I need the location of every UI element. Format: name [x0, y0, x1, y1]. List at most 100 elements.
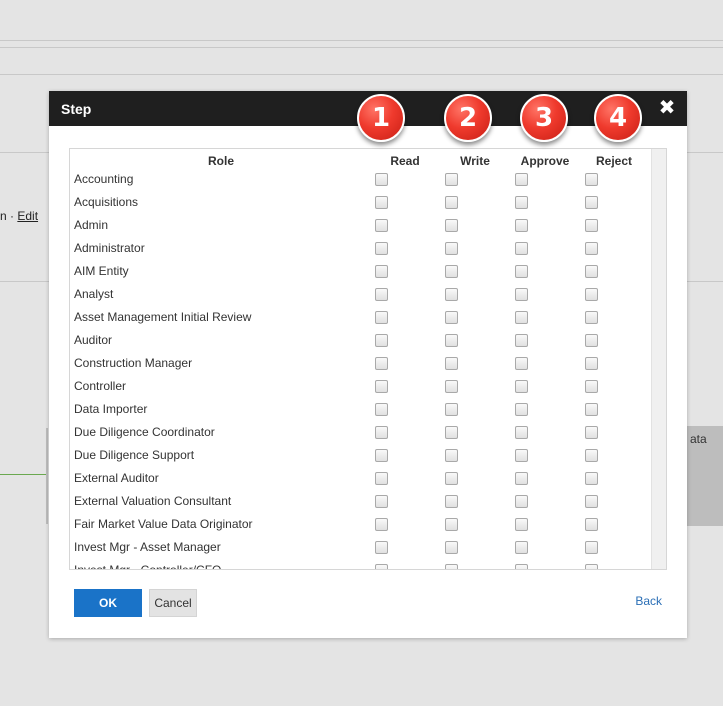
write-checkbox[interactable] — [445, 311, 458, 324]
step-dialog: Step ✖ Role Read Write Approve Reject Ac… — [49, 91, 687, 638]
approve-checkbox[interactable] — [515, 219, 528, 232]
approve-checkbox[interactable] — [515, 311, 528, 324]
back-link[interactable]: Back — [635, 594, 662, 608]
role-name: External Valuation Consultant — [74, 494, 232, 508]
reject-checkbox[interactable] — [585, 288, 598, 301]
read-checkbox[interactable] — [375, 196, 388, 209]
read-checkbox[interactable] — [375, 541, 388, 554]
reject-checkbox[interactable] — [585, 426, 598, 439]
reject-checkbox[interactable] — [585, 564, 598, 569]
reject-checkbox[interactable] — [585, 311, 598, 324]
read-checkbox[interactable] — [375, 426, 388, 439]
reject-checkbox[interactable] — [585, 219, 598, 232]
write-checkbox[interactable] — [445, 219, 458, 232]
write-checkbox[interactable] — [445, 541, 458, 554]
reject-checkbox[interactable] — [585, 334, 598, 347]
approve-checkbox[interactable] — [515, 518, 528, 531]
write-checkbox[interactable] — [445, 449, 458, 462]
table-row: Due Diligence Support — [70, 445, 650, 468]
role-name: Accounting — [74, 172, 134, 186]
write-checkbox[interactable] — [445, 518, 458, 531]
read-checkbox[interactable] — [375, 357, 388, 370]
reject-checkbox[interactable] — [585, 265, 598, 278]
read-checkbox[interactable] — [375, 495, 388, 508]
write-checkbox[interactable] — [445, 173, 458, 186]
write-checkbox[interactable] — [445, 495, 458, 508]
read-checkbox[interactable] — [375, 219, 388, 232]
close-icon[interactable]: ✖ — [657, 97, 677, 119]
read-checkbox[interactable] — [375, 334, 388, 347]
approve-checkbox[interactable] — [515, 564, 528, 569]
approve-checkbox[interactable] — [515, 196, 528, 209]
table-scrollbar[interactable] — [651, 149, 666, 569]
column-header-write: Write — [460, 154, 490, 168]
reject-checkbox[interactable] — [585, 449, 598, 462]
reject-checkbox[interactable] — [585, 357, 598, 370]
approve-checkbox[interactable] — [515, 380, 528, 393]
reject-checkbox[interactable] — [585, 242, 598, 255]
column-header-approve: Approve — [520, 154, 570, 168]
ok-button[interactable]: OK — [74, 589, 142, 617]
approve-checkbox[interactable] — [515, 288, 528, 301]
role-name: AIM Entity — [74, 264, 129, 278]
read-checkbox[interactable] — [375, 472, 388, 485]
reject-checkbox[interactable] — [585, 196, 598, 209]
roles-table: Role Read Write Approve Reject Accountin… — [69, 148, 667, 570]
role-name: Fair Market Value Data Originator — [74, 517, 253, 531]
role-name: Acquisitions — [74, 195, 139, 209]
approve-checkbox[interactable] — [515, 173, 528, 186]
write-checkbox[interactable] — [445, 380, 458, 393]
write-checkbox[interactable] — [445, 564, 458, 569]
approve-checkbox[interactable] — [515, 449, 528, 462]
write-checkbox[interactable] — [445, 426, 458, 439]
read-checkbox[interactable] — [375, 403, 388, 416]
write-checkbox[interactable] — [445, 357, 458, 370]
reject-checkbox[interactable] — [585, 380, 598, 393]
approve-checkbox[interactable] — [515, 495, 528, 508]
write-checkbox[interactable] — [445, 334, 458, 347]
role-name: Invest Mgr - Asset Manager — [74, 540, 221, 554]
callout-badge-2: 2 — [444, 94, 492, 142]
callout-badge-4: 4 — [594, 94, 642, 142]
approve-checkbox[interactable] — [515, 242, 528, 255]
table-row: Administrator — [70, 238, 650, 261]
table-row: AIM Entity — [70, 261, 650, 284]
write-checkbox[interactable] — [445, 472, 458, 485]
approve-checkbox[interactable] — [515, 426, 528, 439]
approve-checkbox[interactable] — [515, 472, 528, 485]
reject-checkbox[interactable] — [585, 403, 598, 416]
reject-checkbox[interactable] — [585, 495, 598, 508]
reject-checkbox[interactable] — [585, 518, 598, 531]
table-row: Data Importer — [70, 399, 650, 422]
read-checkbox[interactable] — [375, 449, 388, 462]
approve-checkbox[interactable] — [515, 403, 528, 416]
read-checkbox[interactable] — [375, 380, 388, 393]
read-checkbox[interactable] — [375, 311, 388, 324]
cancel-button[interactable]: Cancel — [149, 589, 197, 617]
read-checkbox[interactable] — [375, 173, 388, 186]
read-checkbox[interactable] — [375, 518, 388, 531]
write-checkbox[interactable] — [445, 265, 458, 278]
write-checkbox[interactable] — [445, 242, 458, 255]
table-row: Construction Manager — [70, 353, 650, 376]
reject-checkbox[interactable] — [585, 472, 598, 485]
background-edit-link[interactable]: Edit — [17, 209, 38, 223]
read-checkbox[interactable] — [375, 242, 388, 255]
approve-checkbox[interactable] — [515, 357, 528, 370]
approve-checkbox[interactable] — [515, 265, 528, 278]
approve-checkbox[interactable] — [515, 541, 528, 554]
write-checkbox[interactable] — [445, 196, 458, 209]
read-checkbox[interactable] — [375, 288, 388, 301]
approve-checkbox[interactable] — [515, 334, 528, 347]
read-checkbox[interactable] — [375, 564, 388, 569]
write-checkbox[interactable] — [445, 288, 458, 301]
read-checkbox[interactable] — [375, 265, 388, 278]
write-checkbox[interactable] — [445, 403, 458, 416]
reject-checkbox[interactable] — [585, 541, 598, 554]
background-edit-prefix: n · — [0, 209, 15, 223]
column-header-read: Read — [390, 154, 420, 168]
table-row: External Valuation Consultant — [70, 491, 650, 514]
dialog-title: Step — [61, 101, 92, 117]
reject-checkbox[interactable] — [585, 173, 598, 186]
column-header-reject: Reject — [595, 154, 633, 168]
